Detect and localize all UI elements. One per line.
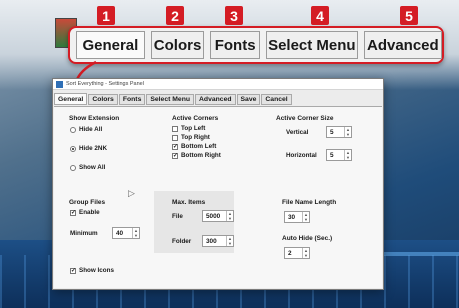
check-top-left[interactable]: Top Left — [172, 125, 205, 132]
mouse-cursor-icon: ▷ — [128, 188, 135, 198]
folder-stepper-arrows-icon[interactable]: ▲ ▼ — [226, 236, 233, 246]
dialog-tab-strip: General Colors Fonts Select Menu Advance… — [53, 92, 383, 105]
folder-label: Folder — [172, 238, 192, 245]
auto-hide-stepper[interactable]: 2 ▲ ▼ — [284, 247, 310, 259]
check-show-icons-box: ✓ — [70, 267, 77, 274]
horizontal-stepper-arrows-icon[interactable]: ▲ ▼ — [344, 150, 351, 160]
radio-show-all-icon — [70, 164, 76, 171]
radio-hide-all-label: Hide All — [79, 126, 103, 133]
tab-callout: General Colors Fonts Select Menu Advance… — [68, 26, 444, 64]
check-bottom-right[interactable]: ✓ Bottom Right — [172, 152, 221, 159]
cancel-button[interactable]: Cancel — [261, 94, 292, 105]
check-bottom-right-label: Bottom Right — [181, 152, 221, 159]
vertical-label: Vertical — [286, 129, 309, 136]
show-extension-title: Show Extension — [69, 115, 120, 122]
callout-tab-advanced[interactable]: Advanced — [363, 31, 442, 59]
check-top-left-label: Top Left — [181, 125, 206, 132]
minimum-stepper-arrows-icon[interactable]: ▲ ▼ — [132, 228, 139, 238]
vertical-stepper[interactable]: 5 ▲ ▼ — [326, 126, 352, 138]
callout-badge-2: 2 — [166, 6, 184, 25]
check-show-icons-label: Show Icons — [79, 267, 114, 274]
group-files-title: Group Files — [69, 199, 106, 206]
max-items-title: Max. Items — [172, 199, 206, 206]
file-stepper-arrows-icon[interactable]: ▲ ▼ — [226, 211, 233, 221]
minimum-label: Minimum — [70, 230, 98, 237]
callout-tab-fonts[interactable]: Fonts — [210, 31, 260, 59]
vertical-value: 5 — [330, 128, 334, 136]
check-top-right-box — [172, 134, 178, 141]
active-corner-size-title: Active Corner Size — [276, 115, 334, 122]
horizontal-stepper[interactable]: 5 ▲ ▼ — [326, 149, 352, 161]
check-enable-box: ✓ — [70, 209, 77, 216]
check-bottom-left-box: ✓ — [172, 143, 179, 150]
file-name-length-stepper[interactable]: 30 ▲ ▼ — [284, 211, 310, 223]
folder-value: 300 — [206, 237, 217, 245]
file-name-length-title: File Name Length — [282, 199, 337, 206]
radio-hide-2nk[interactable]: Hide 2NK — [70, 145, 107, 152]
callout-tab-colors[interactable]: Colors — [150, 31, 205, 59]
auto-hide-arrows-icon[interactable]: ▲ ▼ — [302, 248, 309, 258]
vertical-stepper-arrows-icon[interactable]: ▲ ▼ — [344, 127, 351, 137]
dialog-titlebar[interactable]: Sort Everything - Settings Panel — [53, 79, 383, 90]
callout-badge-4: 4 — [311, 6, 329, 25]
check-top-right-label: Top Right — [181, 134, 210, 141]
check-enable-label: Enable — [79, 209, 100, 216]
callout-badge-5: 5 — [400, 6, 418, 25]
check-top-right[interactable]: Top Right — [172, 134, 210, 141]
tab-general[interactable]: General — [54, 93, 88, 105]
check-bottom-left[interactable]: ✓ Bottom Left — [172, 143, 216, 150]
auto-hide-title: Auto Hide (Sec.) — [282, 235, 333, 242]
folder-stepper[interactable]: 300 ▲ ▼ — [202, 235, 234, 247]
callout-tab-general[interactable]: General — [76, 31, 145, 59]
app-icon — [56, 80, 63, 88]
callout-badge-1: 1 — [97, 6, 115, 25]
settings-dialog: Sort Everything - Settings Panel General… — [52, 78, 384, 290]
radio-hide-all[interactable]: Hide All — [70, 126, 102, 133]
callout-badge-3: 3 — [225, 6, 243, 25]
save-button[interactable]: Save — [236, 94, 261, 105]
file-stepper[interactable]: 5000 ▲ ▼ — [202, 210, 234, 222]
radio-show-all-label: Show All — [79, 164, 106, 171]
check-top-left-box — [172, 125, 178, 132]
radio-hide-2nk-label: Hide 2NK — [79, 145, 107, 152]
callout-tab-select-menu[interactable]: Select Menu — [266, 31, 358, 59]
check-enable[interactable]: ✓ Enable — [70, 209, 100, 216]
radio-hide-all-icon — [70, 126, 76, 133]
check-bottom-right-box: ✓ — [172, 152, 179, 159]
minimum-stepper[interactable]: 40 ▲ ▼ — [112, 227, 140, 239]
horizontal-label: Horizontal — [286, 152, 317, 159]
check-bottom-left-label: Bottom Left — [181, 143, 217, 150]
tab-advanced[interactable]: Advanced — [195, 94, 236, 105]
general-panel: Show Extension Hide All Hide 2NK Show Al… — [54, 106, 382, 288]
tab-colors[interactable]: Colors — [88, 94, 118, 105]
file-name-length-arrows-icon[interactable]: ▲ ▼ — [302, 212, 309, 222]
radio-show-all[interactable]: Show All — [70, 164, 105, 171]
file-name-length-value: 30 — [288, 213, 296, 221]
file-value: 5000 — [206, 212, 221, 220]
active-corners-title: Active Corners — [172, 115, 219, 122]
radio-hide-2nk-icon — [70, 145, 76, 152]
auto-hide-value: 2 — [288, 249, 292, 257]
minimum-value: 40 — [116, 229, 124, 237]
dialog-title: Sort Everything - Settings Panel — [66, 81, 144, 87]
tab-select-menu[interactable]: Select Menu — [146, 94, 195, 105]
horizontal-value: 5 — [330, 151, 334, 159]
tab-fonts[interactable]: Fonts — [118, 94, 146, 105]
file-label: File — [172, 213, 183, 220]
check-show-icons[interactable]: ✓ Show Icons — [70, 267, 114, 274]
